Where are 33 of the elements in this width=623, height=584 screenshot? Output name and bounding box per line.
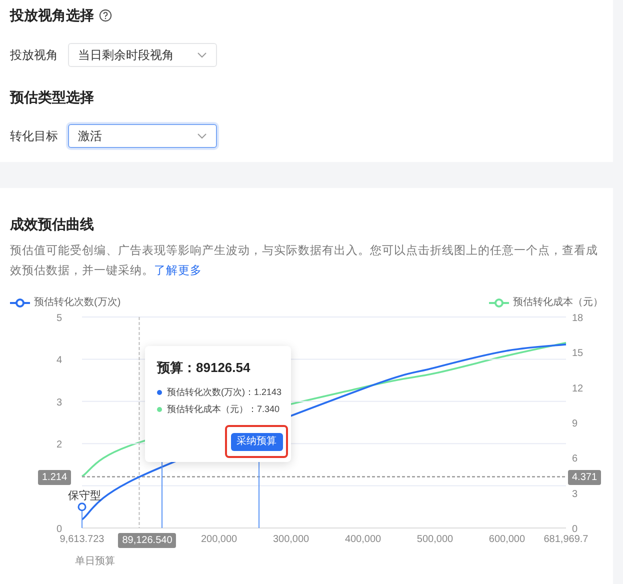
- tooltip-row-text: 预估转化成本（元）：7.340: [167, 403, 280, 416]
- y-axis-label: 3: [56, 397, 62, 408]
- y-axis-label: 3: [572, 488, 578, 500]
- field-label: 投放视角: [10, 47, 58, 64]
- y-axis-label: 5: [56, 313, 62, 324]
- x-value-label: 89,126.540: [118, 533, 176, 548]
- field-label: 转化目标: [10, 128, 58, 145]
- x-axis-label: 600,000: [488, 534, 526, 545]
- x-axis-label: 500,000: [416, 534, 454, 545]
- section-title: 成效预估曲线: [10, 215, 95, 234]
- tooltip-title: 预算：89126.54: [157, 359, 252, 377]
- x-axis-label: 9,613.723: [60, 534, 104, 545]
- y-axis-label: 12: [572, 383, 584, 394]
- y-value-label: 1.214: [38, 470, 72, 485]
- y-axis-label: 15: [572, 348, 584, 360]
- y-axis-label: 4: [56, 355, 62, 366]
- x-axis-title: 单日预算: [75, 554, 115, 569]
- section-title: 投放视角选择: [10, 6, 94, 25]
- x-axis-label: 681,969.7: [544, 534, 588, 545]
- marker-label: 保守型: [68, 490, 101, 502]
- y-axis-label: 0: [56, 524, 62, 535]
- x-axis-label: 200,000: [200, 534, 238, 545]
- x-axis-label: 400,000: [344, 534, 382, 545]
- y-value-label: 4.371: [568, 470, 602, 485]
- tooltip-row: 预估转化次数(万次)：1.2143: [167, 386, 282, 399]
- y-axis-label: 0: [572, 524, 578, 535]
- x-axis-label: 300,000: [272, 534, 310, 545]
- y-axis-label: 9: [572, 418, 578, 430]
- y-axis-label: 2: [56, 440, 62, 451]
- description-text: 预估值可能受创编、广告表现等影响产生波动，与实际数据有出入。您可以点击折线图上的任意一个点，查看成效预估数据，并一键采纳。了解更多: [10, 243, 599, 279]
- y-axis-label: 18: [572, 313, 584, 324]
- section-title: 预估类型选择: [10, 88, 95, 107]
- y-axis-label: 6: [572, 454, 578, 465]
